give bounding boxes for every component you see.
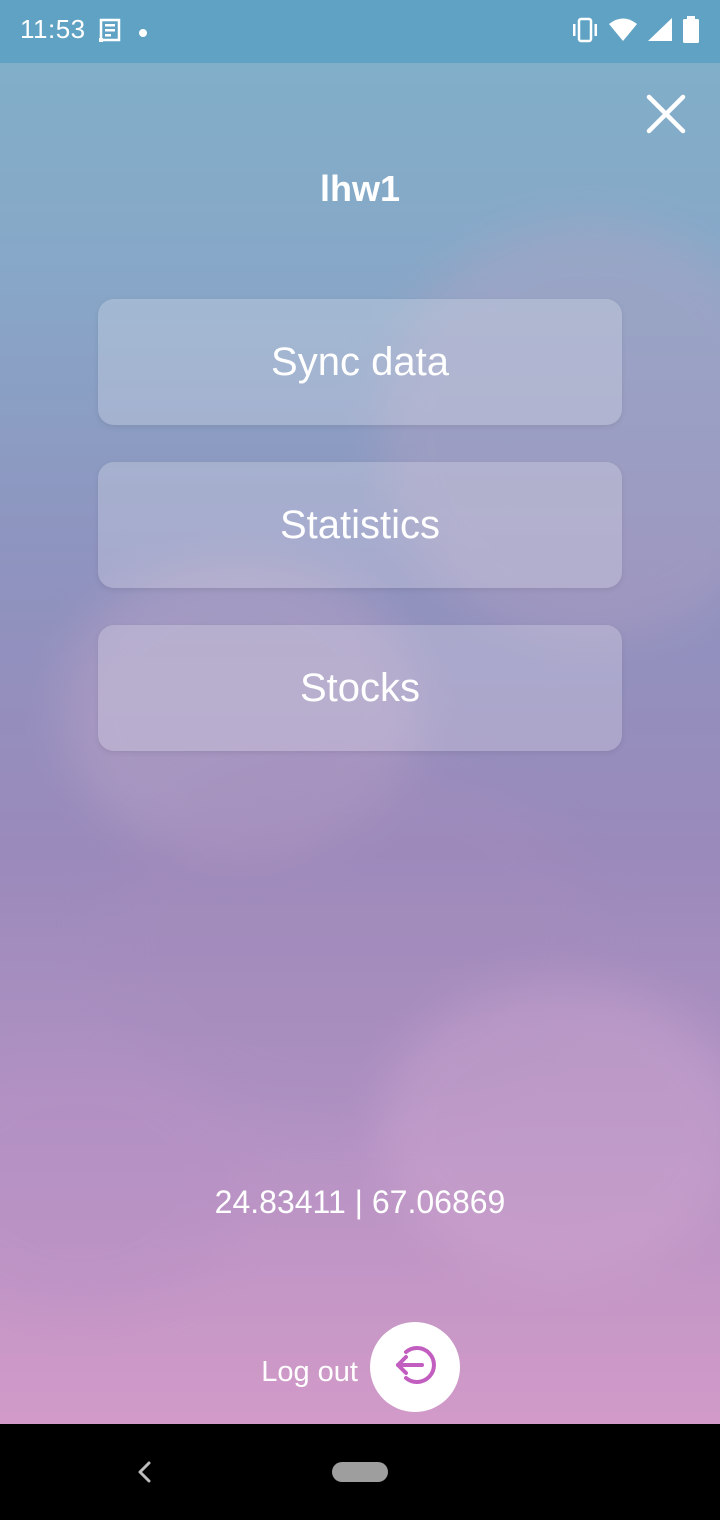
close-icon — [640, 94, 692, 144]
status-time: 11:53 — [20, 14, 86, 44]
back-icon — [130, 1461, 160, 1494]
statistics-button[interactable]: Statistics — [98, 462, 622, 588]
battery-icon — [682, 16, 700, 49]
status-left-icons — [98, 18, 148, 49]
app-screen: 11:53 lhw1 Sync data Statistics Stocks 2… — [0, 0, 720, 1520]
location-coordinates: 24.83411 | 67.06869 — [214, 1184, 506, 1220]
wifi-icon — [608, 17, 638, 48]
sync-data-label: Sync data — [271, 339, 449, 384]
news-icon — [98, 18, 122, 49]
close-button[interactable] — [640, 88, 692, 140]
sync-data-button[interactable]: Sync data — [98, 299, 622, 425]
status-bar: 11:53 — [0, 0, 720, 63]
back-button[interactable] — [130, 1454, 160, 1490]
logout-label[interactable]: Log out — [230, 1356, 358, 1389]
home-pill-icon[interactable] — [332, 1462, 388, 1482]
statistics-label: Statistics — [279, 502, 441, 547]
stocks-button[interactable]: Stocks — [98, 625, 622, 751]
logout-icon — [390, 1340, 440, 1395]
stocks-label: Stocks — [299, 665, 421, 710]
logout-button[interactable] — [370, 1322, 460, 1412]
vibrate-icon — [570, 17, 600, 48]
status-right-icons — [570, 16, 700, 49]
dot-icon — [138, 25, 148, 43]
signal-icon — [646, 17, 674, 48]
navigation-bar — [0, 1424, 720, 1520]
username-title: lhw1 — [319, 168, 400, 209]
